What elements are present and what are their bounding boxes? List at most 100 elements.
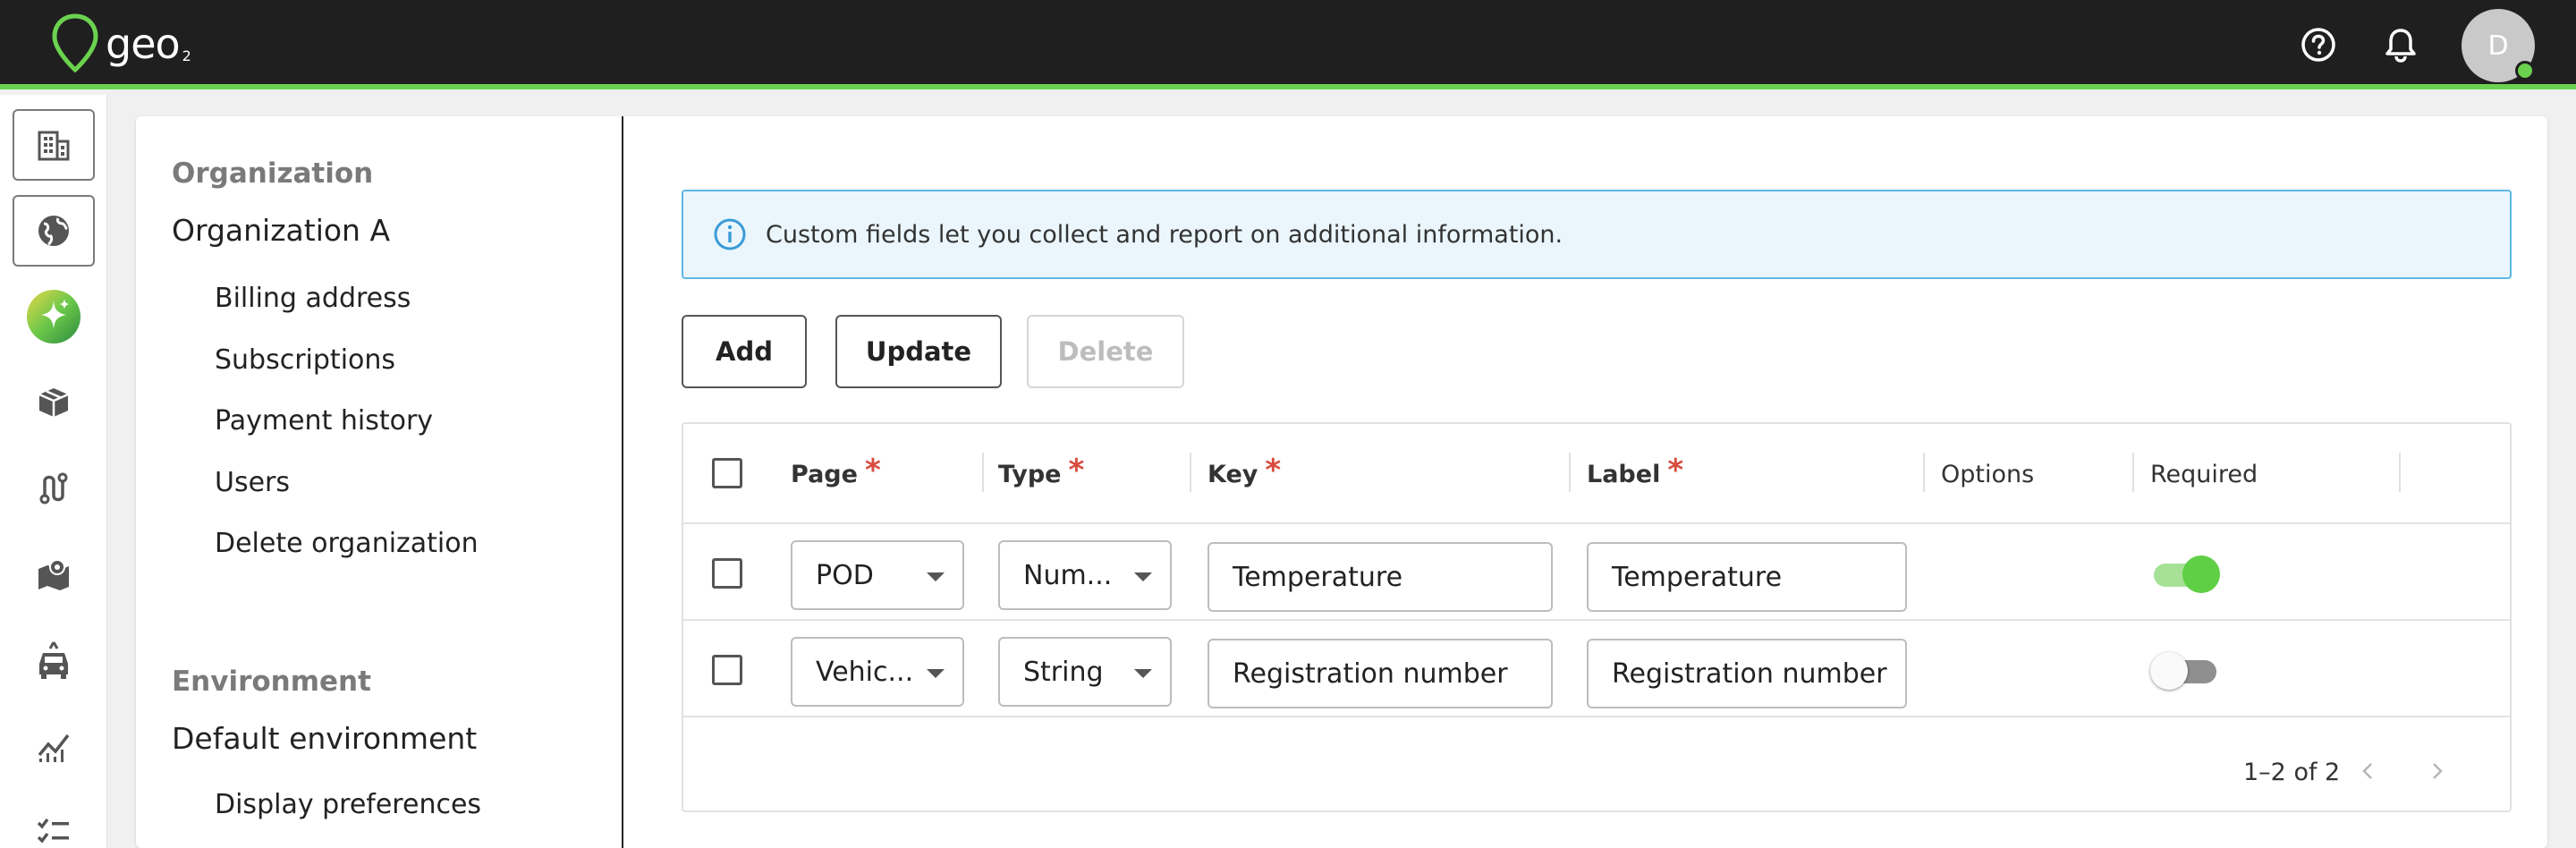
row-divider xyxy=(683,716,2510,717)
user-avatar[interactable]: D xyxy=(2462,9,2535,82)
building-icon xyxy=(38,131,70,161)
add-button[interactable]: Add xyxy=(682,315,807,388)
column-header-label-label: Label xyxy=(1587,460,1661,488)
row-checkbox[interactable] xyxy=(712,558,742,589)
bell-icon xyxy=(2385,29,2416,63)
type-select-value: Num... xyxy=(1023,559,1113,591)
left-nav-rail xyxy=(0,95,107,848)
column-header-required: Required xyxy=(2150,424,2258,524)
required-marker: * xyxy=(1667,453,1684,488)
rail-environment-button[interactable] xyxy=(13,195,95,267)
online-status-indicator xyxy=(2515,61,2535,81)
delete-button[interactable]: Delete xyxy=(1027,315,1184,388)
page-select-value: POD xyxy=(816,559,874,591)
checklist-icon xyxy=(37,818,69,844)
label-field-value: Registration number xyxy=(1612,657,1887,690)
help-button[interactable] xyxy=(2299,25,2338,64)
column-header-page-label: Page xyxy=(791,460,858,488)
column-separator xyxy=(1190,453,1191,492)
route-icon xyxy=(39,472,68,505)
chevron-down-icon xyxy=(1134,572,1152,581)
toggle-knob xyxy=(2182,555,2220,593)
rail-routes-button[interactable] xyxy=(13,453,95,524)
info-banner: Custom fields let you collect and report… xyxy=(682,190,2512,279)
type-select[interactable]: Num... xyxy=(998,540,1172,610)
nav-item-billing-address[interactable]: Billing address xyxy=(215,283,411,314)
next-page-button[interactable] xyxy=(2417,751,2456,791)
rail-vehicles-button[interactable] xyxy=(13,624,95,696)
rail-organization-button[interactable] xyxy=(13,109,95,181)
column-header-type-label: Type xyxy=(998,460,1062,488)
chevron-down-icon xyxy=(927,572,945,581)
location-pin-logo-icon xyxy=(52,13,98,73)
key-field[interactable]: Registration number xyxy=(1208,639,1553,708)
row-checkbox[interactable] xyxy=(712,655,742,685)
header-divider xyxy=(683,522,2510,524)
nav-item-display-preferences[interactable]: Display preferences xyxy=(215,789,481,820)
column-separator xyxy=(982,453,984,492)
column-separator xyxy=(2399,453,2401,492)
type-select-value: String xyxy=(1023,656,1104,688)
page-select[interactable]: Vehic... xyxy=(791,637,964,707)
column-separator xyxy=(1923,453,1925,492)
column-header-page[interactable]: Page * xyxy=(791,424,881,524)
key-field[interactable]: Temperature xyxy=(1208,542,1553,612)
app-logo[interactable]: geo 2 xyxy=(50,13,191,75)
map-pin-icon xyxy=(38,559,69,590)
avatar-initial: D xyxy=(2487,30,2509,62)
column-header-label[interactable]: Label * xyxy=(1587,424,1683,524)
custom-fields-table: Page * Type * Key * Label * Options Requ… xyxy=(682,422,2512,812)
nav-item-delete-organization[interactable]: Delete organization xyxy=(215,528,479,559)
nav-item-payment-history[interactable]: Payment history xyxy=(215,405,433,437)
column-header-options-label: Options xyxy=(1941,460,2035,488)
column-header-key-label: Key xyxy=(1208,460,1258,488)
settings-card: Organization Organization A Billing addr… xyxy=(136,116,2547,848)
analytics-icon xyxy=(38,734,70,762)
pagination-range: 1–2 of 2 xyxy=(2243,759,2341,786)
nav-section-environment: Environment xyxy=(172,666,371,698)
column-header-key[interactable]: Key * xyxy=(1208,424,1281,524)
required-toggle[interactable] xyxy=(2150,649,2220,690)
rail-orders-button[interactable] xyxy=(13,367,95,438)
column-header-required-label: Required xyxy=(2150,460,2258,488)
rail-ai-button[interactable] xyxy=(13,281,95,352)
required-marker: * xyxy=(1265,453,1282,488)
label-field[interactable]: Temperature xyxy=(1587,542,1907,612)
page-select[interactable]: POD xyxy=(791,540,964,610)
type-select[interactable]: String xyxy=(998,637,1172,707)
update-button[interactable]: Update xyxy=(835,315,1002,388)
previous-page-button[interactable] xyxy=(2349,751,2388,791)
page-select-value: Vehic... xyxy=(816,656,914,688)
chevron-down-icon xyxy=(927,669,945,678)
package-icon xyxy=(38,388,69,417)
rail-locations-button[interactable] xyxy=(13,538,95,610)
select-all-checkbox[interactable] xyxy=(712,458,742,488)
nav-item-users[interactable]: Users xyxy=(215,467,290,498)
nav-item-subscriptions[interactable]: Subscriptions xyxy=(215,344,395,376)
column-separator xyxy=(2132,453,2134,492)
top-bar: geo 2 D xyxy=(0,0,2576,89)
logo-subscript: 2 xyxy=(182,47,191,64)
nav-item-organization-a[interactable]: Organization A xyxy=(172,213,390,248)
settings-nav: Organization Organization A Billing addr… xyxy=(136,116,623,848)
vehicle-icon xyxy=(39,641,68,679)
logo-text: geo xyxy=(106,20,181,68)
required-toggle[interactable] xyxy=(2150,553,2220,593)
help-circle-icon xyxy=(2301,28,2335,62)
rail-analytics-button[interactable] xyxy=(13,710,95,782)
info-icon xyxy=(714,218,746,250)
required-marker: * xyxy=(864,453,881,488)
info-banner-text: Custom fields let you collect and report… xyxy=(766,220,1563,249)
key-field-value: Temperature xyxy=(1233,561,1403,593)
notifications-button[interactable] xyxy=(2381,25,2420,64)
chevron-down-icon xyxy=(1134,669,1152,678)
nav-item-default-environment[interactable]: Default environment xyxy=(172,721,477,756)
row-divider xyxy=(683,619,2510,621)
chevron-right-icon xyxy=(2433,763,2443,779)
label-field-value: Temperature xyxy=(1612,561,1783,593)
column-header-type[interactable]: Type * xyxy=(998,424,1084,524)
label-field[interactable]: Registration number xyxy=(1587,639,1907,708)
chevron-left-icon xyxy=(2362,763,2372,779)
rail-tasks-button[interactable] xyxy=(13,796,95,848)
nav-section-organization: Organization xyxy=(172,157,374,190)
